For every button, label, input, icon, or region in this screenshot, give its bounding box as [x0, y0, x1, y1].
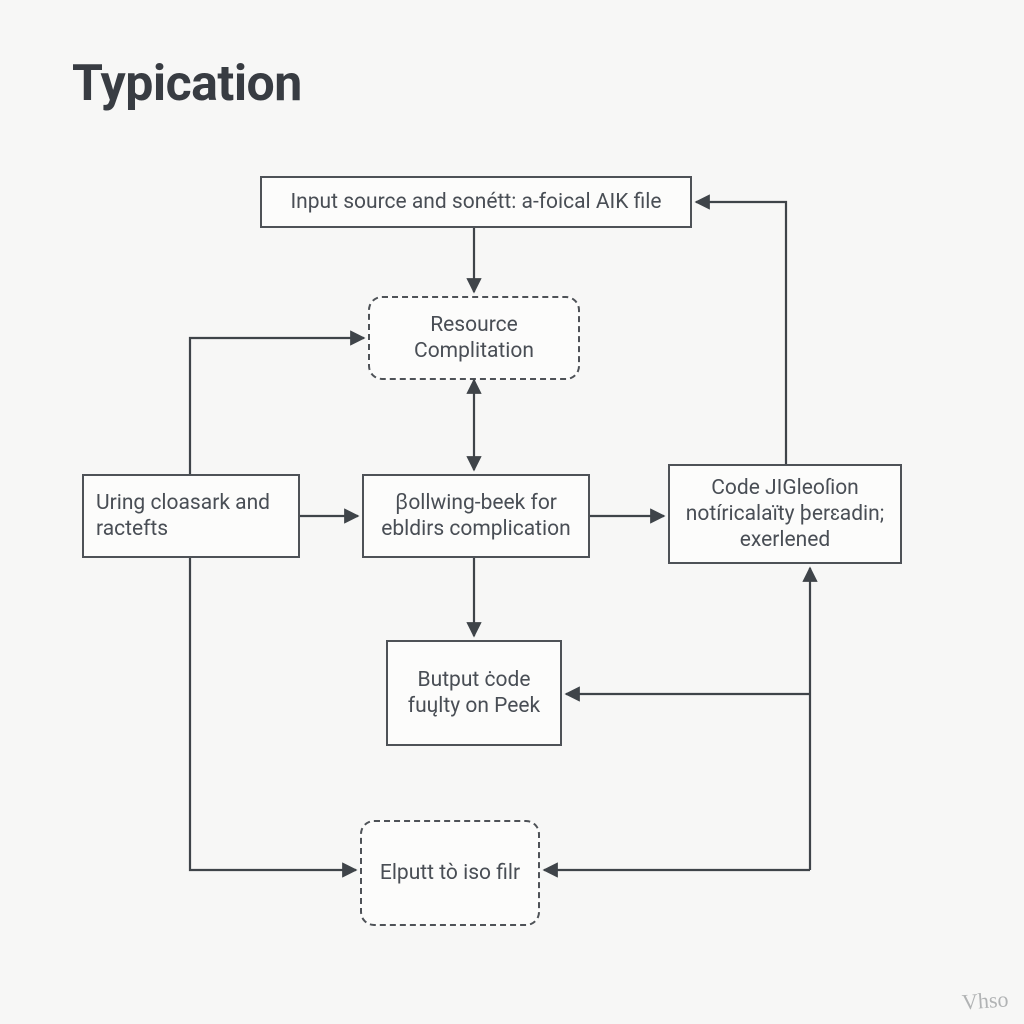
node-following-label: ꞵollwing-beek for ebldirs complication	[376, 490, 576, 543]
node-butput: Butput ċode fuųlty on Peek	[386, 640, 562, 746]
diagram-canvas: Input source and sonétt: a-foical AIK fi…	[0, 0, 1024, 1024]
page: Typication Input source and sonétt: a-fo…	[0, 0, 1024, 1024]
node-uring-label: Uring cloasark and ractefts	[96, 490, 286, 543]
node-input: Input source and sonétt: a-foical AIK fi…	[260, 176, 692, 228]
edge-uring-to-resource	[190, 338, 364, 474]
edge-uring-to-elputt	[190, 558, 356, 870]
node-code: Code JIGleoſion notíricalaïty þerɛadin; …	[668, 464, 902, 564]
node-butput-label: Butput ċode fuųlty on Peek	[400, 667, 548, 720]
node-following: ꞵollwing-beek for ebldirs complication	[362, 474, 590, 558]
node-elputt: Elputt tò iso filr	[360, 820, 540, 926]
node-code-label: Code JIGleoſion notíricalaïty þerɛadin; …	[682, 475, 888, 554]
node-resource: Resource Complitation	[368, 296, 580, 380]
node-elputt-label: Elputt tò iso filr	[374, 860, 526, 886]
node-uring: Uring cloasark and ractefts	[82, 474, 300, 558]
watermark: Vhso	[961, 986, 1009, 1015]
edge-code-to-input	[696, 202, 786, 464]
node-input-label: Input source and sonétt: a-foical AIK fi…	[274, 189, 678, 215]
node-resource-label: Resource Complitation	[382, 312, 566, 365]
